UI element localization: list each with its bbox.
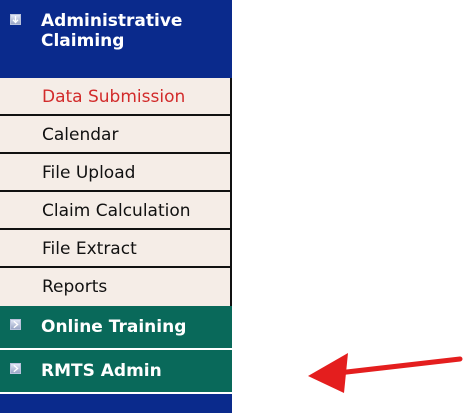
rmts-admin-header[interactable]: RMTS Admin: [0, 350, 232, 392]
administrative-claiming-title: Administrative Claiming: [41, 11, 183, 51]
expand-icon[interactable]: [10, 319, 21, 330]
menu-item-label: File Extract: [42, 239, 137, 259]
menu-item-calendar[interactable]: Calendar: [0, 116, 232, 154]
menu-item-label: Reports: [42, 277, 108, 297]
online-training-label: Online Training: [41, 317, 187, 337]
expand-icon[interactable]: [10, 363, 21, 374]
expand-icon[interactable]: [10, 14, 21, 25]
administrative-claiming-header[interactable]: Administrative Claiming: [0, 0, 232, 78]
menu-item-file-upload[interactable]: File Upload: [0, 154, 232, 192]
side-navigation: Administrative Claiming Data Submission …: [0, 0, 232, 413]
rmts-admin-label: RMTS Admin: [41, 361, 162, 381]
menu-item-label: Claim Calculation: [42, 201, 191, 221]
nav-footer-bar: [0, 394, 232, 413]
red-arrow-icon: [308, 353, 463, 393]
menu-item-label: Calendar: [42, 125, 119, 145]
menu-item-label: Data Submission: [42, 87, 186, 107]
menu-item-file-extract[interactable]: File Extract: [0, 230, 232, 268]
menu-item-data-submission[interactable]: Data Submission: [0, 78, 232, 116]
administrative-claiming-menu: Data Submission Calendar File Upload Cla…: [0, 78, 232, 306]
menu-item-reports[interactable]: Reports: [0, 268, 232, 306]
online-training-header[interactable]: Online Training: [0, 306, 232, 348]
menu-item-label: File Upload: [42, 163, 136, 183]
menu-item-claim-calculation[interactable]: Claim Calculation: [0, 192, 232, 230]
